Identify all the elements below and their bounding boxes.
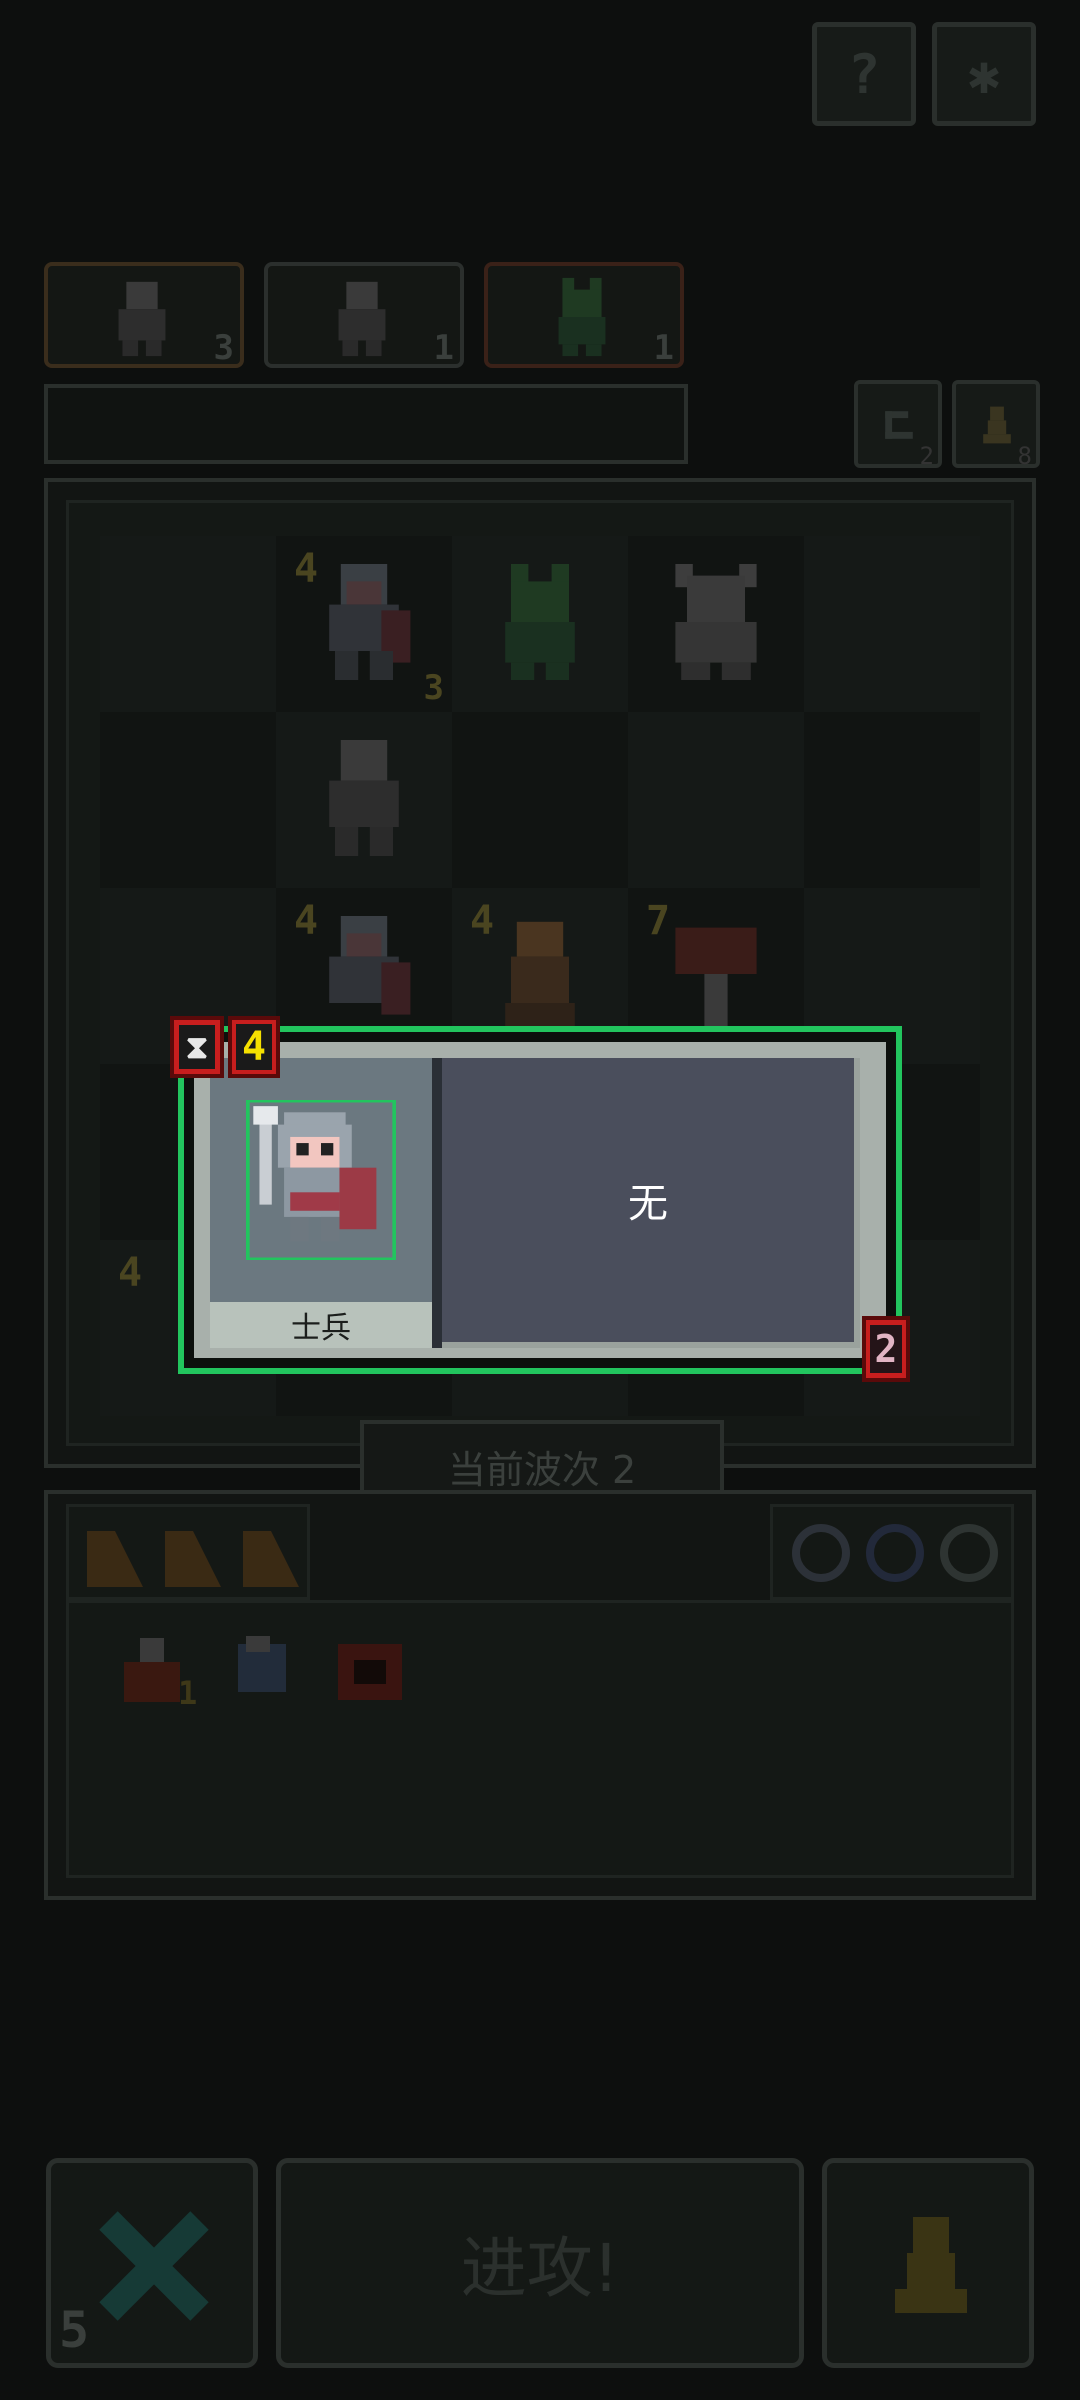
unit-portrait bbox=[210, 1058, 432, 1302]
board-cell[interactable] bbox=[452, 712, 628, 888]
orc-warrior-icon bbox=[338, 281, 386, 357]
card-icon[interactable] bbox=[158, 1524, 228, 1594]
orc-warrior-icon bbox=[118, 281, 166, 357]
unit-name: 士兵 bbox=[210, 1302, 432, 1348]
unit-level-value: 4 bbox=[236, 1024, 272, 1070]
unit-count-badge: 2 bbox=[862, 1316, 910, 1382]
undo-count: 2 bbox=[919, 442, 934, 470]
hourglass-icon: ⧗ bbox=[179, 1025, 215, 1069]
undo-icon bbox=[885, 411, 913, 439]
popup-divider bbox=[432, 1058, 442, 1348]
enemy-count: 3 bbox=[213, 328, 234, 368]
mushroom-icon bbox=[675, 927, 757, 1027]
enemy-tab-3[interactable]: 1 bbox=[484, 262, 684, 368]
cancel-button[interactable]: 5 bbox=[46, 2158, 258, 2368]
help-button[interactable]: ? bbox=[812, 22, 916, 126]
cooldown-badge: ⧗ bbox=[170, 1016, 224, 1078]
goblin-icon bbox=[505, 564, 575, 680]
unit-count: 3 bbox=[423, 668, 444, 708]
attack-label: 进攻! bbox=[460, 2230, 620, 2307]
goblin-icon bbox=[558, 277, 606, 357]
help-icon: ? bbox=[847, 42, 881, 106]
close-icon bbox=[99, 2211, 209, 2321]
pawn-button[interactable] bbox=[822, 2158, 1034, 2368]
board-cell[interactable] bbox=[100, 536, 276, 712]
enemy-count: 1 bbox=[433, 328, 454, 368]
soldier-icon bbox=[246, 1100, 396, 1260]
orb-icon[interactable] bbox=[940, 1524, 998, 1582]
board-cell[interactable] bbox=[276, 712, 452, 888]
unit-description: 无 bbox=[442, 1058, 860, 1348]
chest-icon[interactable] bbox=[330, 1628, 420, 1718]
soldier-icon bbox=[329, 916, 411, 1015]
gear-icon: ✱ bbox=[967, 42, 1001, 106]
dwarf-icon bbox=[505, 921, 575, 1032]
board-cell[interactable]: 4 3 bbox=[276, 536, 452, 712]
board-cell[interactable] bbox=[100, 712, 276, 888]
settings-button[interactable]: ✱ bbox=[932, 22, 1036, 126]
level-badge: 4 bbox=[228, 1016, 280, 1078]
attack-button[interactable]: 进攻! bbox=[276, 2158, 804, 2368]
item-slots bbox=[66, 1600, 1014, 1878]
board-cell[interactable] bbox=[804, 536, 980, 712]
enemy-tab-2[interactable]: 1 bbox=[264, 262, 464, 368]
board-cell[interactable] bbox=[628, 712, 804, 888]
potion-icon[interactable]: 1 bbox=[116, 1630, 206, 1720]
board-cell[interactable] bbox=[452, 536, 628, 712]
unit-info-popup[interactable]: 士兵 无 bbox=[178, 1026, 902, 1374]
units-button[interactable]: 8 bbox=[952, 380, 1040, 470]
cancel-count: 5 bbox=[59, 2301, 90, 2359]
board-cell[interactable] bbox=[628, 536, 804, 712]
card-icon[interactable] bbox=[236, 1524, 306, 1594]
pawn-icon bbox=[895, 2217, 967, 2313]
orc-warrior-icon bbox=[329, 740, 399, 856]
unit-count-value: 2 bbox=[870, 1325, 902, 1373]
enemy-tab-1[interactable]: 3 bbox=[44, 262, 244, 368]
minotaur-icon bbox=[675, 564, 757, 680]
scroll-icon[interactable] bbox=[222, 1628, 312, 1718]
units-count: 8 bbox=[1017, 442, 1032, 470]
unit-level: 4 bbox=[118, 1250, 143, 1296]
card-icon[interactable] bbox=[80, 1524, 150, 1594]
undo-button[interactable]: 2 bbox=[854, 380, 942, 470]
board-cell[interactable] bbox=[804, 712, 980, 888]
enemy-count: 1 bbox=[653, 328, 674, 368]
wave-progress-bar bbox=[44, 384, 688, 464]
orb-icon[interactable] bbox=[866, 1524, 924, 1582]
pawn-icon bbox=[983, 406, 1011, 444]
orb-icon[interactable] bbox=[792, 1524, 850, 1582]
potion-count: 1 bbox=[178, 1674, 198, 1712]
soldier-icon bbox=[329, 564, 411, 680]
